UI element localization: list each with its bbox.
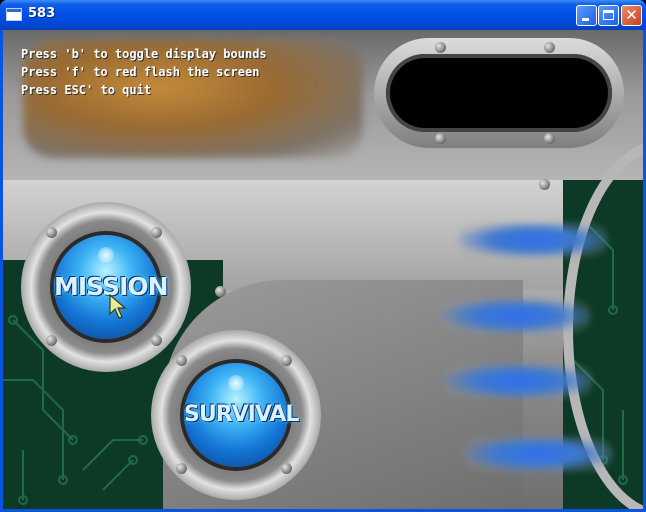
- screw-icon: [151, 227, 162, 238]
- button-glare: [228, 375, 244, 391]
- screw-icon: [281, 355, 292, 366]
- screw-icon: [176, 355, 187, 366]
- close-icon: ✕: [625, 6, 638, 24]
- screw-icon: [544, 133, 555, 144]
- maximize-button[interactable]: [598, 5, 619, 26]
- viewport-screen: [386, 54, 612, 132]
- screw-icon: [281, 463, 292, 474]
- screw-icon: [176, 463, 187, 474]
- instruction-line: Press 'b' to toggle display bounds: [21, 47, 267, 61]
- survival-button[interactable]: SURVIVAL: [184, 363, 299, 467]
- close-button[interactable]: ✕: [621, 5, 642, 26]
- mission-button[interactable]: MISSION: [54, 235, 169, 339]
- minimize-icon: [582, 18, 589, 21]
- instruction-line: Press 'f' to red flash the screen: [21, 65, 260, 79]
- screw-icon: [544, 42, 555, 53]
- instruction-line: Press ESC' to quit: [21, 83, 152, 97]
- display-viewport: [374, 38, 624, 148]
- blurred-menu-button[interactable]: [463, 436, 613, 472]
- maximize-icon: [603, 10, 614, 20]
- game-canvas[interactable]: Press 'b' to toggle display bounds Press…: [3, 30, 643, 509]
- mouse-cursor-icon: [109, 294, 127, 319]
- blurred-menu-button[interactable]: [441, 298, 591, 334]
- button-glare: [98, 247, 114, 263]
- screw-icon: [435, 42, 446, 53]
- screw-icon: [46, 335, 57, 346]
- window-title: 583: [28, 6, 56, 21]
- game-window: 583 ✕ Press 'b' to toggle display bounds…: [0, 0, 646, 512]
- title-bar[interactable]: 583 ✕: [0, 0, 646, 30]
- survival-label: SURVIVAL: [184, 402, 299, 427]
- survival-button-frame: SURVIVAL: [151, 330, 321, 500]
- app-icon: [6, 8, 22, 21]
- mission-button-frame: MISSION: [21, 202, 191, 372]
- mission-label: MISSION: [54, 272, 169, 301]
- screw-icon: [215, 286, 226, 297]
- screw-icon: [539, 179, 550, 190]
- screw-icon: [435, 133, 446, 144]
- screw-icon: [46, 227, 57, 238]
- screw-icon: [151, 335, 162, 346]
- blurred-menu-button[interactable]: [443, 363, 593, 399]
- blurred-menu-button[interactable]: [458, 222, 608, 258]
- minimize-button[interactable]: [576, 5, 597, 26]
